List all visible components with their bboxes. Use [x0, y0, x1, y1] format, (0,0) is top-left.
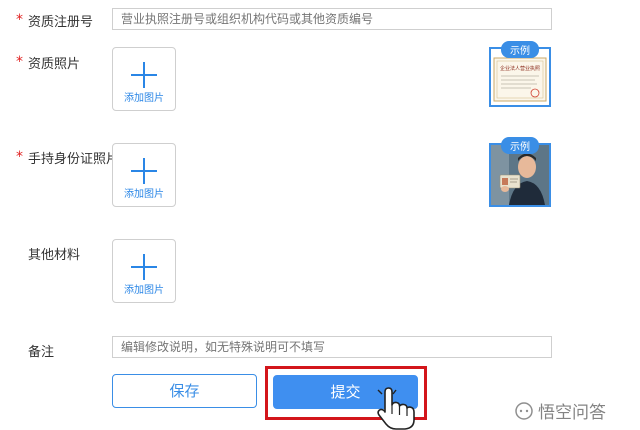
qualification-photo-label: 资质照片: [28, 57, 81, 72]
required-mark: *: [16, 54, 23, 70]
other-materials-label: 其他材料: [28, 248, 81, 263]
qualification-photo-upload[interactable]: 添加图片: [112, 47, 176, 111]
id-sample-image[interactable]: 示例: [489, 137, 551, 207]
watermark: 悟空问答: [514, 398, 606, 423]
watermark-text: 悟空问答: [538, 403, 606, 423]
registration-number-label: 资质注册号: [28, 15, 94, 30]
speech-bubble-icon: [515, 401, 533, 420]
required-mark: *: [16, 12, 23, 28]
plus-icon: [131, 254, 157, 280]
hand-cursor-icon: [377, 387, 415, 430]
sample-tag: 示例: [501, 137, 539, 154]
id-photo-upload[interactable]: 添加图片: [112, 143, 176, 207]
sample-caption: 企业法人营业执照: [500, 65, 540, 72]
upload-label: 添加图片: [124, 285, 164, 296]
sample-tag: 示例: [501, 41, 539, 58]
upload-label: 添加图片: [124, 189, 164, 200]
plus-icon: [131, 158, 157, 184]
registration-number-input[interactable]: [112, 8, 552, 30]
plus-icon: [131, 62, 157, 88]
remarks-label: 备注: [28, 345, 55, 360]
other-materials-upload[interactable]: 添加图片: [112, 239, 176, 303]
qualification-sample-image[interactable]: 示例 企业法人营业执照: [489, 41, 551, 107]
upload-label: 添加图片: [124, 93, 164, 104]
id-photo-label: 手持身份证照片: [28, 152, 120, 167]
remarks-input[interactable]: [112, 336, 552, 358]
person-holding-id-icon: [491, 145, 549, 205]
required-mark: *: [16, 149, 23, 165]
save-button[interactable]: 保存: [112, 374, 257, 408]
